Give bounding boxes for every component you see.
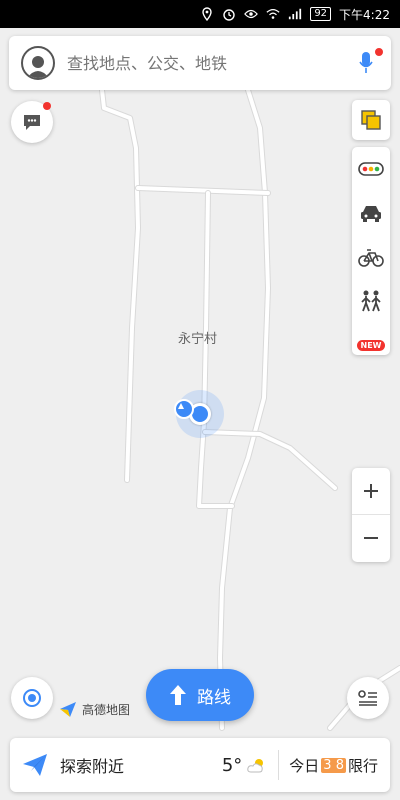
list-pin-icon	[358, 690, 377, 706]
paper-plane-icon	[23, 754, 47, 776]
minus-icon	[364, 537, 378, 539]
amap-logo-icon	[60, 702, 76, 717]
traffic-limit[interactable]: 今日 3 8 限行	[289, 755, 378, 776]
traffic-light-icon	[358, 162, 384, 176]
explore-nearby-button[interactable]: 探索附近	[60, 753, 124, 777]
limit-suffix: 限行	[347, 756, 378, 775]
limit-numbers: 3 8	[321, 757, 346, 773]
plus-icon	[364, 484, 378, 498]
limit-prefix: 今日	[289, 756, 320, 775]
messages-button[interactable]	[11, 101, 53, 143]
new-badge: NEW	[356, 339, 386, 351]
status-time: 下午4:22	[339, 7, 390, 22]
wifi-icon	[266, 7, 280, 21]
route-button[interactable]: 路线	[146, 669, 254, 721]
arrow-up-icon	[170, 685, 186, 705]
bicycle-icon	[358, 249, 384, 267]
microphone-icon	[359, 52, 373, 73]
nearby-list-button[interactable]	[347, 677, 389, 719]
alarm-icon	[222, 7, 236, 21]
eye-icon	[244, 7, 259, 21]
user-avatar-pin-icon[interactable]	[174, 399, 194, 419]
car-icon	[361, 206, 381, 222]
location-status-icon	[200, 7, 214, 21]
weather-cloudy-sun-icon	[247, 759, 264, 773]
zoom-in-button[interactable]	[352, 468, 390, 515]
traffic-button[interactable]	[352, 147, 390, 191]
search-bar[interactable]	[9, 36, 391, 90]
new-feature-button[interactable]: NEW	[352, 323, 390, 367]
search-input[interactable]	[67, 53, 353, 73]
route-button-label: 路线	[197, 687, 231, 708]
temperature-text[interactable]: 5°	[222, 755, 242, 776]
walking-people-icon	[361, 290, 381, 312]
bike-button[interactable]	[352, 235, 390, 279]
locate-icon	[23, 689, 41, 707]
signal-icon	[288, 7, 302, 21]
walk-button[interactable]	[352, 279, 390, 323]
map-layers-button[interactable]	[352, 100, 390, 140]
message-badge-dot	[43, 102, 51, 110]
zoom-controls	[352, 468, 390, 562]
locate-me-button[interactable]	[11, 677, 53, 719]
amap-logo: 高德地图	[58, 699, 130, 719]
notification-dot	[375, 48, 383, 56]
bottom-divider	[278, 750, 280, 780]
village-label: 永宁村	[178, 332, 218, 347]
battery-indicator: 92	[310, 7, 332, 21]
zoom-out-button[interactable]	[352, 515, 390, 561]
map-tools-panel: NEW	[352, 147, 390, 355]
layers-icon	[361, 110, 381, 130]
amap-logo-text: 高德地图	[82, 702, 131, 717]
status-bar: 92 下午4:22	[0, 0, 400, 28]
voice-search-button[interactable]	[353, 48, 383, 78]
chat-bubble-icon	[24, 115, 40, 130]
taxi-button[interactable]	[352, 191, 390, 235]
bottom-bar: 探索附近 5° 今日 3 8 限行	[10, 738, 390, 792]
profile-avatar-icon[interactable]	[21, 46, 55, 80]
